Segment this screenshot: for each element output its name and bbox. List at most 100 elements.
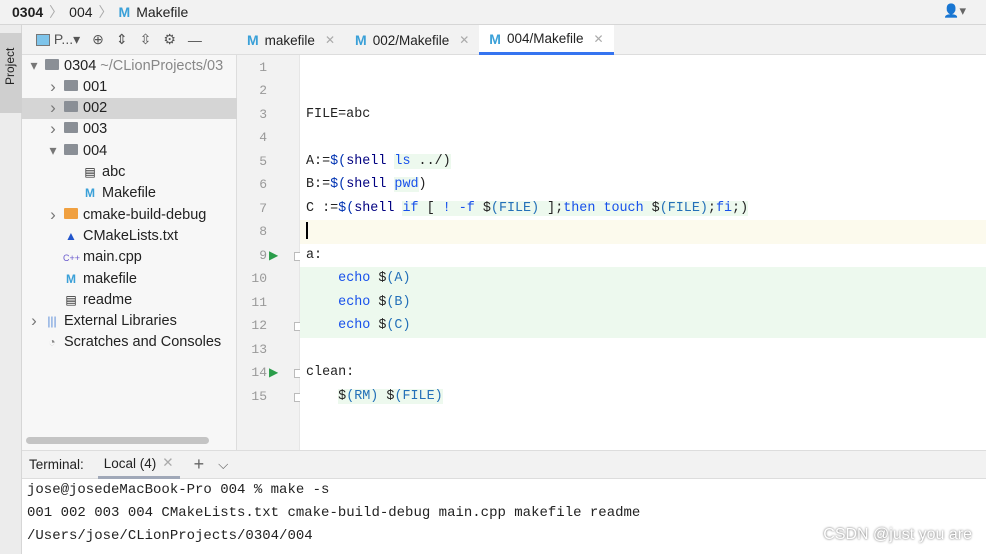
line-number: 4	[259, 130, 267, 145]
chevron-down-icon[interactable]: ▾	[28, 57, 40, 74]
code-token: -f	[450, 200, 483, 216]
run-icon[interactable]: ▶	[269, 361, 278, 385]
add-terminal-icon[interactable]: +	[194, 454, 205, 475]
tree-item[interactable]: ▾ 0304 ~/CLionProjects/03	[22, 55, 237, 76]
chevron-right-icon[interactable]: ›	[47, 205, 59, 225]
code-token: ;)	[732, 200, 749, 216]
view-selector[interactable]: P...▾	[36, 31, 80, 48]
tree-item[interactable]: Mmakefile	[22, 268, 237, 289]
file-icon: ▤	[84, 165, 96, 179]
code-line: $(RM) $(FILE)	[300, 385, 986, 409]
chevron-right-icon[interactable]: ›	[47, 119, 59, 139]
cmake-icon: ▲	[65, 228, 77, 243]
chevron-right-icon[interactable]: ›	[47, 77, 59, 97]
code-token: then	[563, 200, 596, 216]
minimize-icon[interactable]: —	[188, 32, 202, 48]
makefile-icon: M	[66, 271, 76, 286]
chevron-down-icon[interactable]: ▾	[47, 142, 59, 159]
code-line: C :=$(shell if [ ! -f $(FILE) ];then tou…	[300, 197, 986, 221]
tree-item[interactable]: C++ main.cpp	[22, 247, 237, 268]
line-number: 11	[251, 294, 267, 310]
tree-item[interactable]: › cmake-build-debug	[22, 204, 237, 225]
code-token: touch	[603, 200, 644, 216]
line-number: 1	[259, 59, 267, 75]
tree-item[interactable]: M Makefile	[22, 183, 237, 204]
line-number: 10	[251, 271, 267, 286]
scratches-icon: ◔	[48, 335, 56, 350]
code-line: a:	[300, 244, 986, 268]
project-tree: ▾ 0304 ~/CLionProjects/03 › 001 › 002 › 003 ▾ 004 ▤…	[22, 55, 237, 450]
tree-item[interactable]: ▾ 004	[22, 140, 237, 161]
chevron-right-icon[interactable]: ›	[47, 98, 59, 118]
locate-icon[interactable]: ⊕	[92, 31, 104, 48]
code-line: echo $(B)	[300, 290, 986, 314]
tree-item[interactable]: › ||| External Libraries	[22, 311, 237, 332]
collapse-all-icon[interactable]: ⇳	[140, 31, 152, 48]
project-tool-tab[interactable]: Project	[0, 33, 22, 113]
file-icon: ▤	[65, 292, 77, 307]
close-icon[interactable]: ✕	[459, 33, 469, 47]
code-token: if	[402, 200, 419, 216]
run-icon[interactable]: ▶	[269, 244, 278, 268]
tree-item[interactable]: ◔ Scratches and Consoles	[22, 332, 237, 353]
code-token: clean:	[306, 365, 355, 380]
code-token: $	[370, 318, 387, 333]
code-token: ../)	[410, 153, 451, 169]
line-number: 9	[259, 247, 267, 263]
tree-item-path: ~/CLionProjects/03	[100, 57, 224, 74]
code-token: $(	[330, 153, 347, 169]
tree-item-label: cmake-build-debug	[83, 206, 207, 223]
gear-icon[interactable]: ⚙	[163, 31, 176, 48]
tab-label: 002/Makefile	[372, 32, 450, 48]
terminal-line: 001 002 003 004 CMakeLists.txt cmake-bui…	[27, 505, 641, 521]
close-icon[interactable]: ✕	[325, 33, 335, 47]
code-line: FILE=abc	[300, 103, 986, 127]
chevron-right-icon[interactable]: ›	[28, 311, 40, 331]
user-icon[interactable]: 👤▾	[943, 3, 966, 19]
code-editor[interactable]: FILE=abc A:=$(shell ls ../) B:=$(shell pwd…	[300, 55, 986, 450]
breadcrumb-item[interactable]: 004	[69, 4, 92, 20]
breadcrumb-item[interactable]: 0304	[12, 4, 43, 20]
tree-item-label: 002	[83, 100, 108, 117]
code-token: (FILE)	[394, 388, 443, 404]
breadcrumb-item[interactable]: Makefile	[136, 4, 188, 20]
tree-item[interactable]: › 001	[22, 76, 237, 97]
library-icon: |||	[47, 314, 57, 329]
chevron-down-icon[interactable]: ⌵	[218, 457, 228, 473]
code-token: A:=	[306, 153, 331, 169]
tree-item[interactable]: ▤ abc	[22, 162, 237, 183]
code-token: )	[418, 177, 427, 192]
code-token: $	[338, 388, 347, 404]
terminal-label: Terminal:	[29, 457, 84, 472]
tree-item-label: main.cpp	[83, 249, 142, 266]
tree-item[interactable]: ▲ CMakeLists.txt	[22, 225, 237, 246]
code-token: a:	[306, 247, 323, 263]
code-token: shell	[346, 177, 387, 192]
close-icon[interactable]: ✕	[594, 32, 604, 46]
tree-item[interactable]: ▤ readme	[22, 289, 237, 310]
makefile-icon: M	[85, 186, 95, 201]
editor-tabs: Mmakefile ✕ M 002/Makefile ✕ M 004/Makefile ✕	[237, 25, 986, 55]
editor-tab[interactable]: Mmakefile ✕	[237, 25, 345, 55]
code-line: B:=$(shell pwd)	[300, 173, 986, 197]
line-number: 7	[259, 200, 267, 216]
code-token: $	[643, 200, 660, 216]
terminal-tab[interactable]: Local (4) ✕	[97, 451, 180, 479]
expand-all-icon[interactable]: ⇕	[116, 31, 128, 48]
tree-item-label: 003	[83, 121, 108, 138]
code-token: shell	[346, 153, 387, 169]
code-token: $(	[338, 200, 355, 216]
tree-item-label: abc	[102, 164, 126, 180]
close-icon[interactable]: ✕	[162, 455, 173, 471]
horizontal-scrollbar[interactable]	[26, 437, 209, 444]
terminal-line: /Users/jose/CLionProjects/0304/004	[27, 528, 313, 544]
editor-tab[interactable]: M 002/Makefile ✕	[345, 25, 479, 55]
watermark: CSDN @just you are	[823, 526, 972, 543]
tree-item[interactable]: › 003	[22, 119, 237, 140]
tree-item[interactable]: › 002	[22, 97, 237, 119]
editor-tab[interactable]: M 004/Makefile ✕	[479, 25, 614, 55]
tree-item-label: Scratches and Consoles	[64, 334, 222, 351]
